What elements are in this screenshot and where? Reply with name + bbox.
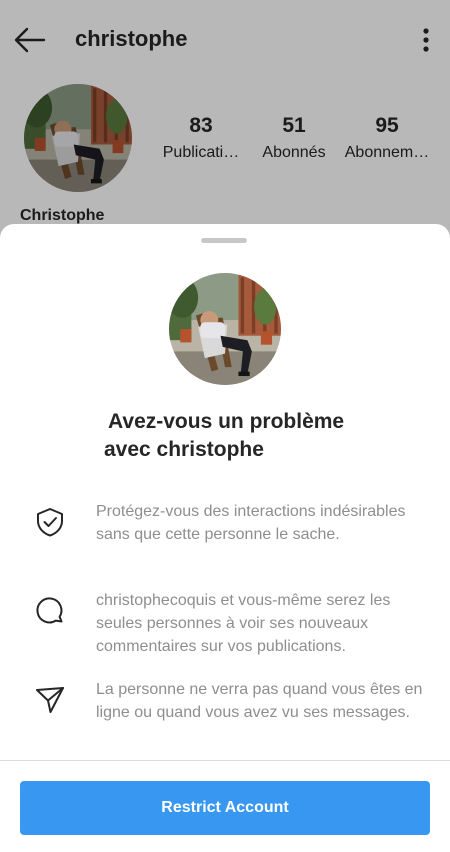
sheet-drag-handle[interactable]: [201, 238, 247, 243]
comment-bubble-icon: [36, 597, 63, 624]
sheet-title: Avez-vous un problème avec christophe: [104, 408, 364, 464]
info-item-text: christophecoquis et vous-même serez les …: [96, 592, 391, 655]
paper-plane-icon: [36, 687, 64, 713]
info-item-text: La personne ne verra pas quand vous êtes…: [96, 681, 423, 721]
restrict-bottom-sheet: Avez-vous un problème avec christophe Pr…: [0, 224, 450, 852]
info-item-text: Protégez-vous des interactions indésirab…: [96, 503, 406, 543]
shield-check-icon: [37, 508, 63, 537]
restrict-account-button[interactable]: Restrict Account: [20, 781, 430, 835]
sheet-avatar: [169, 273, 281, 385]
sheet-title-line1: Avez-vous un problème: [108, 410, 345, 433]
sheet-divider: [0, 760, 450, 761]
sheet-title-line2: avec christophe: [104, 438, 264, 461]
